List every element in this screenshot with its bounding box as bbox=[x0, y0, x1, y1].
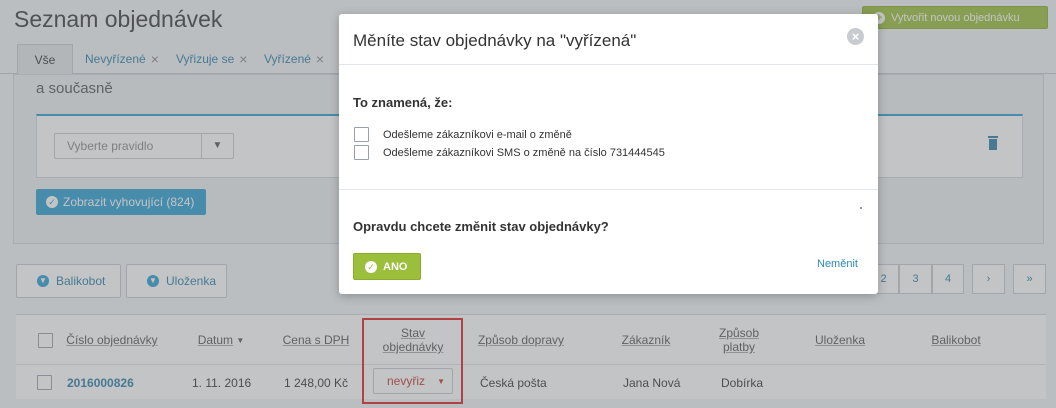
dot-mark bbox=[860, 207, 862, 209]
confirm-question: Opravdu chcete změnit stav objednávky? bbox=[353, 219, 609, 234]
check-circle-icon: ✓ bbox=[365, 260, 377, 273]
modal-divider bbox=[339, 64, 878, 65]
modal-subtitle: To znamená, že: bbox=[353, 95, 453, 110]
email-notify-option[interactable]: Odešleme zákazníkovi e-mail o změně bbox=[354, 127, 572, 142]
email-notify-checkbox[interactable] bbox=[354, 127, 369, 142]
sms-notify-label: Odešleme zákazníkovi SMS o změně na čísl… bbox=[383, 146, 665, 159]
email-notify-label: Odešleme zákazníkovi e-mail o změně bbox=[383, 128, 572, 141]
modal-divider bbox=[339, 189, 878, 190]
modal-title: Měníte stav objednávky na "vyřízená" bbox=[353, 31, 637, 50]
sms-notify-checkbox[interactable] bbox=[354, 145, 369, 160]
sms-notify-option[interactable]: Odešleme zákazníkovi SMS o změně na čísl… bbox=[354, 145, 665, 160]
change-status-modal: Měníte stav objednávky na "vyřízená" × T… bbox=[339, 14, 878, 294]
confirm-button[interactable]: ✓ ANO bbox=[353, 253, 421, 280]
confirm-label: ANO bbox=[383, 260, 408, 273]
cancel-link[interactable]: Neměnit bbox=[817, 258, 858, 270]
close-icon[interactable]: × bbox=[847, 28, 864, 45]
